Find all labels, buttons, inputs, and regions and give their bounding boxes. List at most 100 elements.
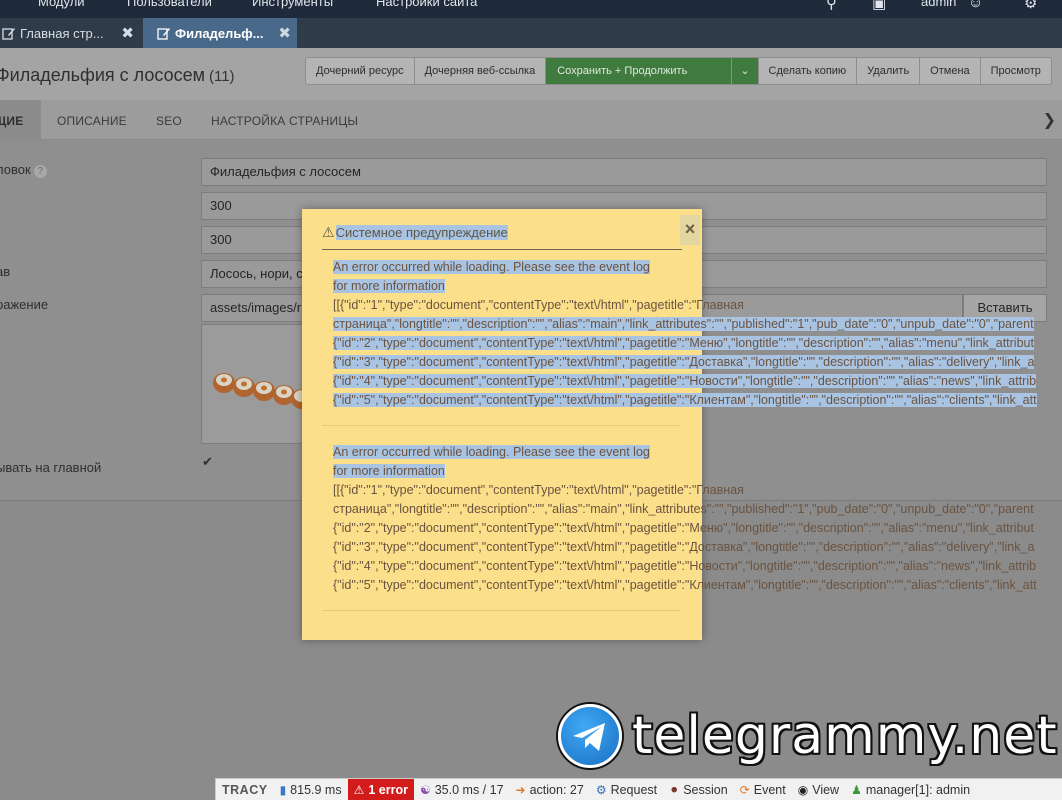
error-detail: {"id":"2","type":"document","contentType…	[333, 521, 1034, 535]
tracy-timer[interactable]: ▮ 815.9 ms	[274, 779, 348, 800]
help-icon[interactable]: ?	[33, 165, 47, 178]
duplicate-button[interactable]: Сделать копию	[759, 58, 858, 84]
tab-seo[interactable]: SEO	[156, 114, 182, 128]
warning-icon: ⚠	[322, 224, 335, 240]
tracy-errors[interactable]: ⚠ 1 error	[347, 778, 414, 800]
block-divider	[322, 425, 680, 426]
error-detail: {"id":"3","type":"document","contentType…	[333, 540, 1035, 554]
error-message: An error occurred while loading. Please …	[333, 260, 650, 274]
session-label: Session	[683, 782, 728, 797]
top-navigation: Модули Пользователи Инструменты Настройк…	[0, 0, 1062, 18]
gears-icon: ⚙	[595, 782, 607, 797]
tracy-view[interactable]: ◉ View	[792, 779, 845, 800]
child-weblink-button[interactable]: Дочерняя веб-ссылка	[415, 58, 547, 84]
error-detail: {"id":"2","type":"document","contentType…	[333, 336, 1034, 350]
tracy-request[interactable]: ⚙ Request	[590, 779, 663, 800]
tracy-user[interactable]: ♟ manager[1]: admin	[845, 779, 976, 800]
action-value: action: 27	[529, 782, 584, 797]
chevron-right-icon[interactable]: ❯	[1043, 110, 1056, 130]
dialog-title: ⚠ Системное предупреждение	[322, 224, 508, 241]
tracy-session[interactable]: ⚫ Session	[663, 779, 734, 800]
nav-tools[interactable]: Инструменты	[252, 0, 333, 9]
database-icon: ☯	[419, 782, 431, 797]
save-dropdown-button[interactable]: ⌄	[732, 58, 759, 84]
tab-page-settings[interactable]: НАСТРОЙКА СТРАНИЦЫ	[211, 114, 358, 128]
error-message: for more information	[333, 464, 445, 478]
composition-label: ав	[0, 264, 11, 279]
gear-icon[interactable]: ⚙	[1024, 0, 1037, 12]
warning-icon: ⚠	[353, 782, 365, 797]
image-label: ражение	[0, 297, 49, 312]
dialog-title-text: Системное предупреждение	[335, 225, 508, 240]
error-message: An error occurred while loading. Please …	[333, 445, 650, 459]
chevron-down-icon: ⌄	[740, 65, 750, 77]
tab-home-page[interactable]: Главная стр... ✖	[0, 18, 140, 48]
error-detail: {"id":"5","type":"document","contentType…	[333, 393, 1037, 407]
sushi-image	[213, 373, 312, 409]
tab-general[interactable]: ЩИЕ	[0, 100, 41, 140]
error-detail: страница","longtitle":"","description":"…	[333, 317, 1034, 331]
nav-site-settings[interactable]: Настройки сайта	[376, 0, 477, 9]
page-header: Филадельфия с лососем (11) Дочерний ресур…	[0, 48, 1062, 100]
tab-label: Филадельф...	[175, 25, 264, 41]
page-title-text: Филадельфия с лососем	[0, 65, 205, 85]
resource-id: (11)	[208, 68, 235, 85]
request-label: Request	[610, 782, 658, 797]
error-detail: {"id":"5","type":"document","contentType…	[333, 578, 1037, 592]
error-detail: {"id":"4","type":"document","contentType…	[333, 559, 1037, 573]
title-input[interactable]: Филадельфия с лососем	[201, 158, 1047, 186]
error-detail: [[{"id":"1","type":"document","contentTy…	[333, 298, 744, 312]
error-message: for more information	[333, 279, 445, 293]
title-label: ловок?	[0, 162, 47, 178]
document-tab-bar: Главная стр... ✖ Филадельф... ✖	[0, 18, 1062, 48]
block-divider	[322, 610, 680, 611]
title-label-text: ловок	[0, 162, 31, 177]
watermark: telegrammy.net	[558, 704, 1058, 768]
close-icon[interactable]: ✖	[121, 24, 134, 42]
refresh-icon: ⟳	[739, 782, 750, 797]
nav-users[interactable]: Пользователи	[127, 0, 212, 9]
db-value: 35.0 ms / 17	[434, 782, 504, 797]
page-title: Филадельфия с лососем (11)	[0, 65, 235, 86]
error-detail: {"id":"3","type":"document","contentType…	[333, 355, 1035, 369]
watermark-text: telegrammy.net	[632, 706, 1058, 766]
tab-philadelphia[interactable]: Филадельф... ✖	[143, 18, 297, 48]
delete-button[interactable]: Удалить	[857, 58, 921, 84]
error-block: An error occurred while loading. Please …	[333, 443, 1037, 595]
error-block: An error occurred while loading. Please …	[333, 258, 1037, 410]
show-on-home-checkbox[interactable]: ✔	[202, 454, 213, 470]
tab-label: Главная стр...	[20, 25, 104, 41]
errors-value: 1 error	[368, 782, 408, 797]
user-icon: ♟	[851, 782, 862, 797]
tracy-logo[interactable]: TRACY	[216, 779, 274, 800]
search-icon[interactable]: ⚲	[826, 0, 837, 12]
bar-chart-icon: ▮	[279, 782, 287, 797]
tab-description[interactable]: ОПИСАНИЕ	[57, 114, 127, 128]
close-dialog-button[interactable]: ×	[680, 215, 700, 245]
telegram-logo-icon	[558, 704, 622, 768]
save-continue-button[interactable]: Сохранить + Продолжить	[546, 58, 733, 84]
system-warning-dialog: ⚠ Системное предупреждение × An error occ…	[302, 209, 1037, 640]
action-toolbar: Дочерний ресурс Дочерняя веб-ссылка Сохр…	[305, 57, 1052, 85]
view-label: View	[812, 782, 840, 797]
cancel-button[interactable]: Отмена	[920, 58, 981, 84]
user-name[interactable]: admin	[921, 0, 956, 9]
user-avatar-icon[interactable]: ☺	[968, 0, 983, 11]
edit-icon	[157, 28, 170, 40]
close-icon[interactable]: ✖	[278, 24, 291, 42]
session-icon: ⚫	[669, 782, 680, 797]
tracy-debug-bar: TRACY ▮ 815.9 ms ⚠ 1 error ☯ 35.0 ms / 17 ➜…	[215, 778, 1062, 800]
timer-value: 815.9 ms	[290, 782, 342, 797]
error-detail: {"id":"4","type":"document","contentType…	[333, 374, 1037, 388]
show-on-home-label: ывать на главной	[0, 460, 102, 475]
child-resource-button[interactable]: Дочерний ресурс	[306, 58, 415, 84]
nav-modules[interactable]: Модули	[38, 0, 85, 9]
resource-tabs: ЩИЕ ОПИСАНИЕ SEO НАСТРОЙКА СТРАНИЦЫ ❯	[0, 100, 1062, 140]
monitor-icon[interactable]: ▣	[872, 0, 886, 12]
tracy-action[interactable]: ➜ action: 27	[510, 779, 590, 800]
error-detail: страница","longtitle":"","description":"…	[333, 502, 1034, 516]
tracy-event[interactable]: ⟳ Event	[734, 779, 792, 800]
tracy-database[interactable]: ☯ 35.0 ms / 17	[414, 779, 510, 800]
edit-icon	[2, 28, 15, 40]
view-button[interactable]: Просмотр	[981, 58, 1051, 84]
